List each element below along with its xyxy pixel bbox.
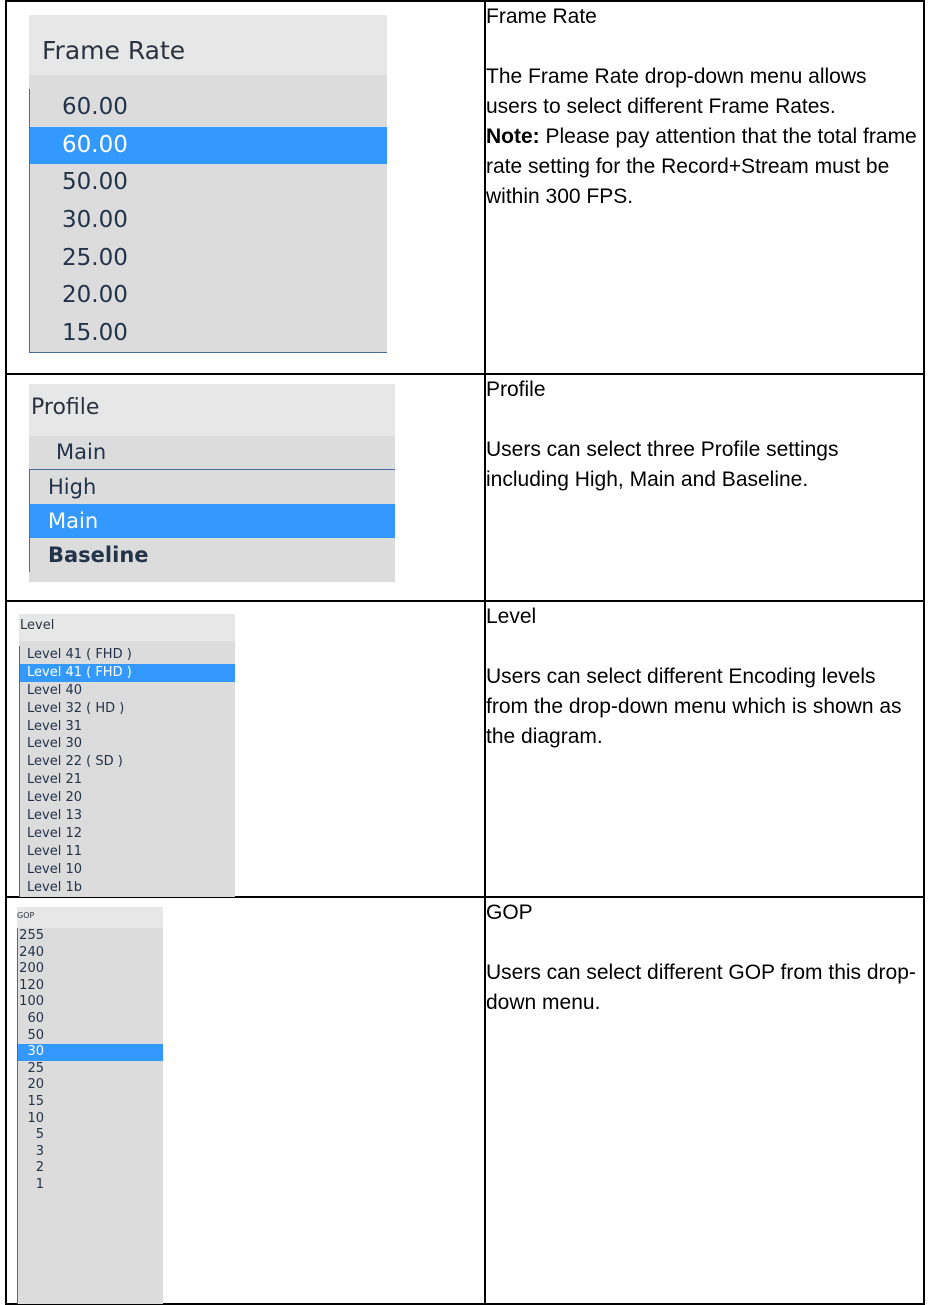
level-dropdown-title: Level	[19, 614, 235, 641]
gop-option-list: 255 240 200 120 100 60 50 30 25 20 15 10…	[17, 928, 163, 1304]
level-dropdown[interactable]: Level Level 41 ( FHD ) Level 41 ( FHD ) …	[19, 614, 235, 897]
profile-option-list: High Main Baseline	[29, 470, 395, 572]
level-option-32[interactable]: Level 32 ( HD )	[20, 700, 235, 718]
gop-option-2[interactable]: 2	[18, 1160, 44, 1177]
frame-rate-option-60[interactable]: 60.00	[30, 126, 387, 165]
gop-row: GOP 255 240 200 120 100 60 50 30 25 20 1…	[5, 896, 925, 1305]
frame-rate-option-15[interactable]: 15.00	[30, 315, 387, 353]
frame-rate-current-value[interactable]: 60.00	[30, 89, 387, 127]
level-heading: Level	[486, 605, 537, 628]
frame-rate-description: The Frame Rate drop-down menu allows use…	[486, 65, 867, 118]
settings-table: Frame Rate 60.00 60.00 50.00 30.00 25.00…	[5, 0, 925, 1305]
gop-option-10[interactable]: 10	[18, 1111, 44, 1128]
frame-rate-row: Frame Rate 60.00 60.00 50.00 30.00 25.00…	[5, 0, 925, 375]
level-option-12[interactable]: Level 12	[20, 825, 235, 843]
frame-rate-description-cell: Frame Rate The Frame Rate drop-down menu…	[484, 0, 925, 375]
level-option-41[interactable]: Level 41 ( FHD )	[20, 663, 235, 682]
gop-description: Users can select different GOP from this…	[486, 961, 916, 1014]
profile-dropdown-title: Profile	[29, 384, 395, 436]
gop-option-30[interactable]: 30	[18, 1044, 44, 1061]
level-option-list: Level 41 ( FHD ) Level 41 ( FHD ) Level …	[19, 646, 235, 897]
frame-rate-option-20[interactable]: 20.00	[30, 277, 387, 315]
gop-option-25[interactable]: 25	[18, 1061, 44, 1078]
level-option-1b[interactable]: Level 1b	[20, 879, 235, 897]
gop-dropdown[interactable]: GOP 255 240 200 120 100 60 50 30 25 20 1…	[17, 907, 163, 1304]
frame-rate-heading: Frame Rate	[486, 5, 597, 28]
gop-option-60[interactable]: 60	[18, 1011, 44, 1028]
level-option-20[interactable]: Level 20	[20, 789, 235, 807]
frame-rate-option-25[interactable]: 25.00	[30, 240, 387, 278]
profile-option-main[interactable]: Main	[30, 504, 395, 538]
frame-rate-dropdown-title: Frame Rate	[29, 15, 387, 75]
gop-option-50[interactable]: 50	[18, 1028, 44, 1045]
gop-description-cell: GOP Users can select different GOP from …	[484, 896, 925, 1305]
gop-option-255[interactable]: 255	[18, 928, 44, 945]
level-option-22[interactable]: Level 22 ( SD )	[20, 753, 235, 771]
profile-description-cell: Profile Users can select three Profile s…	[484, 373, 925, 602]
gop-screenshot-cell: GOP 255 240 200 120 100 60 50 30 25 20 1…	[5, 896, 486, 1305]
level-option-21[interactable]: Level 21	[20, 771, 235, 789]
profile-screenshot-cell: Profile Main High Main Baseline	[5, 373, 486, 602]
gop-option-1[interactable]: 1	[18, 1177, 44, 1194]
level-current-value[interactable]: Level 41 ( FHD )	[20, 646, 235, 664]
gop-option-5[interactable]: 5	[18, 1127, 44, 1144]
profile-option-high[interactable]: High	[30, 470, 395, 504]
profile-row: Profile Main High Main Baseline Profile …	[5, 373, 925, 602]
frame-rate-note: Note: Please pay attention that the tota…	[486, 122, 923, 212]
gop-option-20[interactable]: 20	[18, 1077, 44, 1094]
gop-option-15[interactable]: 15	[18, 1094, 44, 1111]
level-description: Users can select different Encoding leve…	[486, 665, 902, 748]
frame-rate-option-30[interactable]: 30.00	[30, 202, 387, 240]
frame-rate-screenshot-cell: Frame Rate 60.00 60.00 50.00 30.00 25.00…	[5, 0, 486, 375]
gop-dropdown-title: GOP	[17, 907, 163, 928]
level-option-10[interactable]: Level 10	[20, 861, 235, 879]
gop-option-200[interactable]: 200	[18, 961, 44, 978]
profile-dropdown[interactable]: Profile Main High Main Baseline	[29, 384, 395, 582]
note-label: Note:	[486, 125, 540, 148]
gop-option-240[interactable]: 240	[18, 945, 44, 962]
level-option-11[interactable]: Level 11	[20, 843, 235, 861]
level-option-31[interactable]: Level 31	[20, 718, 235, 736]
level-option-40[interactable]: Level 40	[20, 682, 235, 700]
frame-rate-option-50[interactable]: 50.00	[30, 164, 387, 202]
level-option-13[interactable]: Level 13	[20, 807, 235, 825]
level-option-30[interactable]: Level 30	[20, 735, 235, 753]
frame-rate-dropdown[interactable]: Frame Rate 60.00 60.00 50.00 30.00 25.00…	[29, 15, 387, 353]
level-description-cell: Level Users can select different Encodin…	[484, 600, 925, 898]
profile-description: Users can select three Profile settings …	[486, 438, 839, 491]
profile-option-baseline[interactable]: Baseline	[30, 538, 395, 572]
level-row: Level Level 41 ( FHD ) Level 41 ( FHD ) …	[5, 600, 925, 898]
gop-option-100[interactable]: 100	[18, 994, 44, 1011]
profile-heading: Profile	[486, 378, 546, 401]
profile-current-value[interactable]: Main	[29, 436, 395, 470]
gop-heading: GOP	[486, 901, 533, 924]
gop-option-3[interactable]: 3	[18, 1144, 44, 1161]
note-text: Please pay attention that the total fram…	[486, 125, 917, 208]
level-screenshot-cell: Level Level 41 ( FHD ) Level 41 ( FHD ) …	[5, 600, 486, 898]
frame-rate-option-list: 60.00 60.00 50.00 30.00 25.00 20.00 15.0…	[29, 89, 387, 353]
gop-option-120[interactable]: 120	[18, 978, 44, 995]
